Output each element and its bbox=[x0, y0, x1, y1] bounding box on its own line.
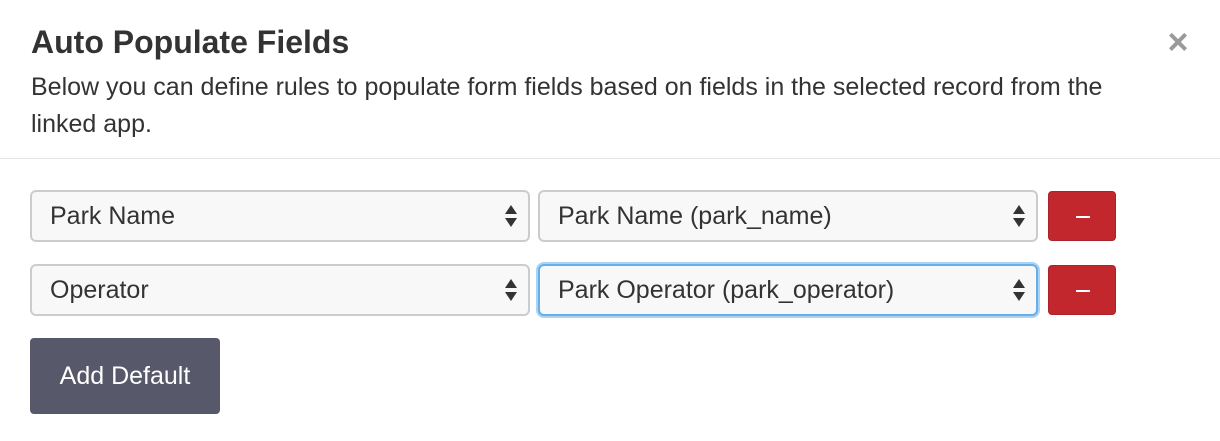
source-field-select[interactable]: Operator bbox=[30, 264, 530, 316]
rule-row: Park Name Park Name (park_name) bbox=[30, 190, 1120, 246]
dialog-description: Below you can define rules to populate f… bbox=[31, 73, 1103, 138]
dialog-header: Auto Populate Fields Below you can defin… bbox=[0, 0, 1220, 159]
select-arrows-icon bbox=[1012, 204, 1026, 228]
select-arrows-icon bbox=[504, 204, 518, 228]
target-field-value: Park Operator (park_operator) bbox=[558, 276, 895, 304]
close-icon[interactable]: × bbox=[1163, 24, 1193, 60]
add-default-button[interactable]: Add Default bbox=[30, 338, 220, 414]
minus-icon bbox=[1076, 290, 1090, 292]
remove-rule-button[interactable] bbox=[1048, 191, 1116, 241]
target-field-select[interactable]: Park Name (park_name) bbox=[538, 190, 1038, 242]
rule-row: Operator Park Operator (park_operator) bbox=[30, 264, 1120, 320]
source-field-value: Operator bbox=[50, 276, 149, 304]
minus-icon bbox=[1076, 216, 1090, 218]
target-field-select[interactable]: Park Operator (park_operator) bbox=[538, 264, 1038, 316]
source-field-select[interactable]: Park Name bbox=[30, 190, 530, 242]
select-arrows-icon bbox=[1012, 278, 1026, 302]
source-field-value: Park Name bbox=[50, 202, 176, 230]
select-arrows-icon bbox=[504, 278, 518, 302]
auto-populate-dialog: Auto Populate Fields Below you can defin… bbox=[0, 0, 1220, 441]
remove-rule-button[interactable] bbox=[1048, 265, 1116, 315]
target-field-value: Park Name (park_name) bbox=[558, 202, 832, 230]
dialog-title: Auto Populate Fields bbox=[31, 24, 350, 60]
